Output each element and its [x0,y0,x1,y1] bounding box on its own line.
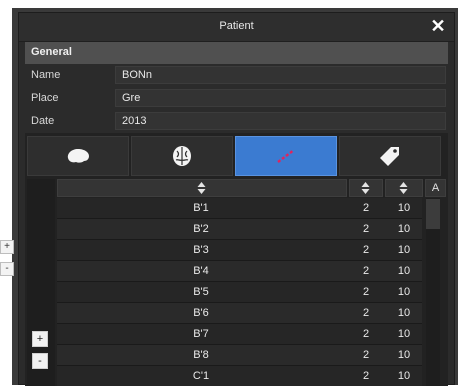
list-controls: + - [27,179,55,386]
row-value-a: 2 [362,244,370,256]
column-header-last[interactable]: A [425,179,446,197]
row-name: B'4 [193,265,209,277]
tag-icon [380,147,399,166]
row-value-b: 10 [397,328,411,340]
vertical-scrollbar[interactable] [426,198,440,386]
content-panel: + - A B'1 2 10 B'2 2 10 B'3 2 10 B'4 2 1… [25,133,448,386]
row-name: B'6 [193,307,209,319]
row-value-a: 2 [362,328,370,340]
name-row: Name BONn [25,64,448,86]
tab-brain[interactable] [27,136,129,176]
title-bar: Patient ✕ [19,13,454,42]
table-row[interactable]: B'3 2 10 [57,240,422,261]
row-value-b: 10 [397,223,411,235]
place-label: Place [31,92,59,104]
row-value-b: 10 [397,307,411,319]
tab-electrodes[interactable] [235,136,337,176]
row-value-b: 10 [397,286,411,298]
sort-icon [197,182,207,194]
row-value-a: 2 [362,223,370,235]
sort-icon [361,182,371,194]
row-value-a: 2 [362,349,370,361]
brain-icon [67,149,89,163]
general-section-title: General [31,46,72,58]
row-value-a: 2 [362,202,370,214]
row-value-a: 2 [362,307,370,319]
electrode-table: B'1 2 10 B'2 2 10 B'3 2 10 B'4 2 10 B'5 [57,198,422,386]
tab-brain-top[interactable] [131,136,233,176]
table-row[interactable]: B'2 2 10 [57,219,422,240]
scrollbar-thumb[interactable] [426,199,440,229]
table-row[interactable]: B'7 2 10 [57,324,422,345]
row-value-b: 10 [397,244,411,256]
row-name: B'7 [193,328,209,340]
date-value: 2013 [122,115,147,127]
name-value: BONn [122,69,152,81]
general-section-header: General [25,42,448,64]
place-value: Gre [122,92,141,104]
table-row[interactable]: B'1 2 10 [57,198,422,219]
remove-button[interactable]: - [32,353,48,369]
row-name: B'8 [193,349,209,361]
row-name: B'3 [193,244,209,256]
column-header-b[interactable] [385,179,423,197]
row-value-a: 2 [362,286,370,298]
table-row[interactable]: B'4 2 10 [57,261,422,282]
brain-top-icon [173,146,191,166]
side-add-handle[interactable]: + [0,240,14,254]
row-value-a: 2 [362,370,370,382]
sort-icon [399,182,409,194]
patient-window: Patient ✕ General Name BONn Place Gre Da… [18,12,455,386]
date-row: Date 2013 [25,110,448,132]
table-row[interactable]: B'5 2 10 [57,282,422,303]
row-name: B'1 [193,202,209,214]
table-row[interactable]: C'1 2 10 [57,366,422,386]
row-value-b: 10 [397,265,411,277]
place-row: Place Gre [25,87,448,109]
add-button[interactable]: + [32,331,48,347]
view-tabs [27,136,446,176]
table-row[interactable]: B'8 2 10 [57,345,422,366]
column-header-a[interactable] [349,179,383,197]
close-icon[interactable]: ✕ [428,15,448,37]
tab-tags[interactable] [339,136,441,176]
row-value-b: 10 [397,370,411,382]
side-remove-handle[interactable]: - [0,262,14,276]
row-value-b: 10 [397,349,411,361]
electrode-icon [277,149,295,163]
place-field[interactable]: Gre [115,89,446,107]
row-value-b: 10 [397,202,411,214]
table-row[interactable]: B'6 2 10 [57,303,422,324]
window-title: Patient [219,20,254,32]
column-header-name[interactable] [57,179,347,197]
row-name: B'5 [193,286,209,298]
row-name: C'1 [192,370,210,382]
date-label: Date [31,115,55,127]
date-field[interactable]: 2013 [115,112,446,130]
row-name: B'2 [193,223,209,235]
name-field[interactable]: BONn [115,66,446,84]
name-label: Name [31,69,61,81]
row-value-a: 2 [362,265,370,277]
